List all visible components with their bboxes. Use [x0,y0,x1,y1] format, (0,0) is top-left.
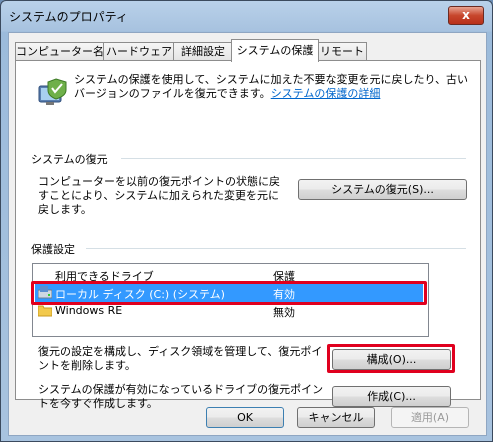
restore-text: コンピューターを以前の復元ポイントの状態に戻すことにより、システムに加えられた変… [38,175,280,216]
cancel-button[interactable]: キャンセル [297,407,375,428]
ok-button[interactable]: OK [206,407,284,428]
drive-status: 無効 [273,306,295,319]
close-button[interactable]: x [448,6,484,25]
apply-button[interactable]: 適用(A) [391,407,469,428]
highlight-selected-drive [31,281,427,305]
tab-system-protection[interactable]: システムの保護 [231,39,319,62]
tab-computer-name[interactable]: コンピューター名 [15,42,105,61]
close-icon: x [462,8,470,22]
restore-section-title: システムの復元 [31,153,108,166]
configure-text: 復元の設定を構成し、ディスク領域を管理して、復元ポイントを削除します。 [38,345,323,372]
drive-name: Windows RE [55,304,123,317]
create-text: システムの保護が有効になっているドライブの復元ポイントを今すぐ作成します。 [38,383,324,410]
system-restore-button[interactable]: システムの復元(S)... [298,179,467,200]
tab-advanced[interactable]: 詳細設定 [173,42,233,61]
settings-section-title: 保護設定 [31,243,75,256]
tab-hardware[interactable]: ハードウェア [103,42,175,61]
protection-details-link[interactable]: システムの保護の詳細 [271,87,381,100]
protection-description: システムの保護を使用して、システムに加えた不要な変更を元に戻したり、古いバージョ… [74,73,469,101]
settings-divider [86,248,466,249]
title-bar[interactable]: システムのプロパティ x [1,1,492,31]
highlight-configure-button [327,344,455,373]
dialog-client: コンピューター名 ハードウェア 詳細設定 システムの保護 リモート システムの保… [8,32,487,436]
folder-icon [38,305,52,317]
system-protection-icon [38,78,67,105]
tab-remote[interactable]: リモート [317,42,367,61]
window-title: システムのプロパティ [9,10,128,24]
system-properties-window: システムのプロパティ x コンピューター名 ハードウェア 詳細設定 システムの保… [0,0,493,442]
restore-divider [121,158,466,159]
create-button[interactable]: 作成(C)... [332,386,451,407]
tab-panel: システムの保護を使用して、システムに加えた不要な変更を元に戻したり、古いバージョ… [15,60,481,410]
